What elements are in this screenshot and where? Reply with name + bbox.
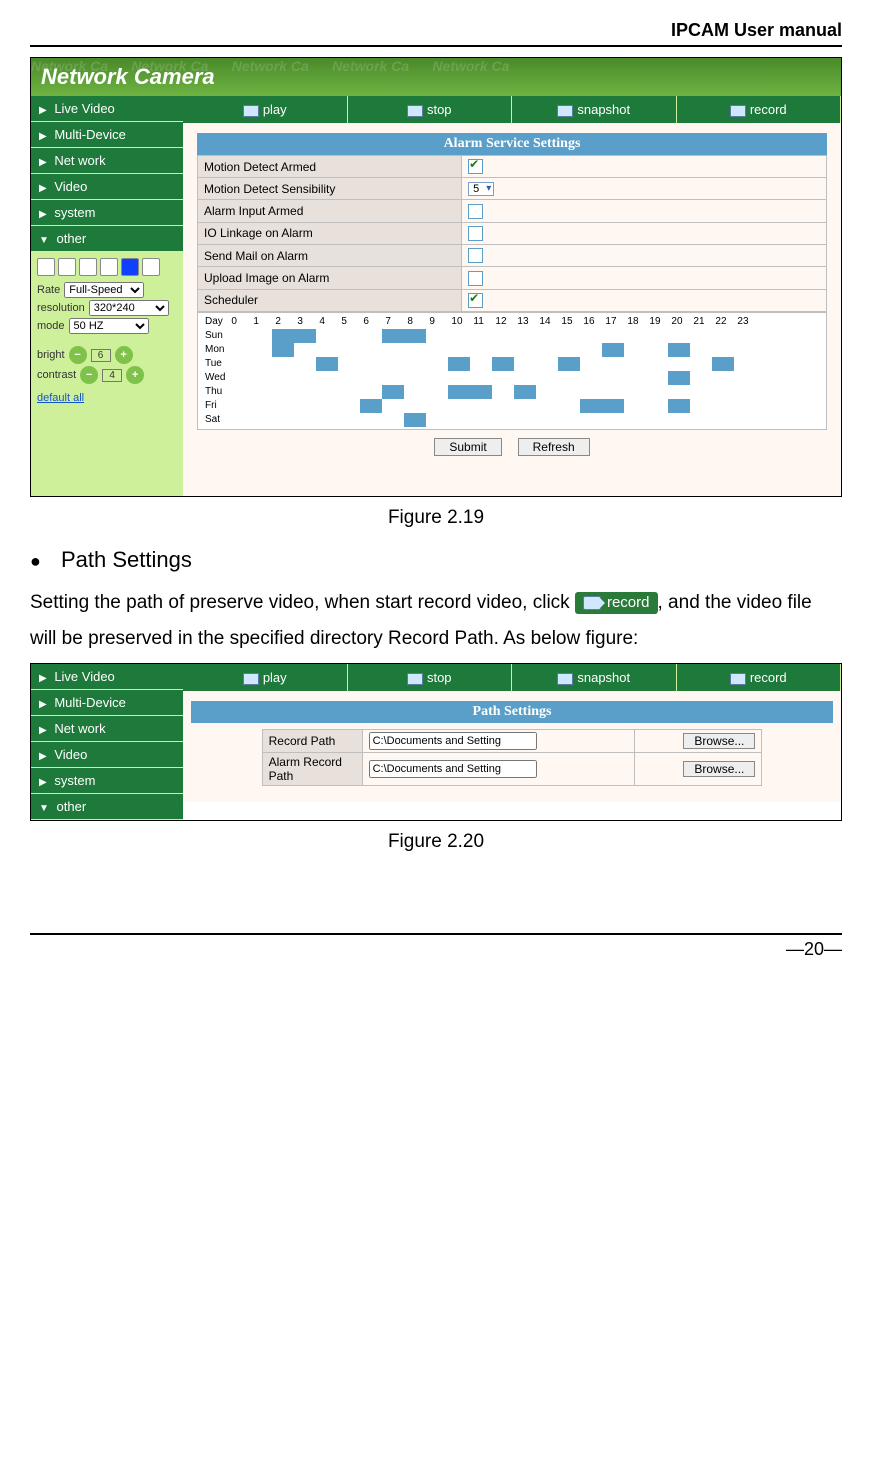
nav-multi-device[interactable]: ▶ Multi-Device	[31, 122, 183, 148]
setting-label: Alarm Input Armed	[198, 200, 462, 222]
setting-label: Motion Detect Sensibility	[198, 178, 462, 200]
main-panel: Alarm Service Settings Motion Detect Arm…	[183, 123, 841, 496]
checkbox[interactable]	[468, 271, 483, 286]
side-controls: Rate Full-Speed resolution 320*240 mode …	[31, 252, 183, 410]
submit-button[interactable]: Submit	[434, 438, 501, 456]
resolution-select[interactable]: 320*240	[89, 300, 169, 316]
setting-label: Motion Detect Armed	[198, 156, 462, 178]
nav-video[interactable]: ▶ Video	[31, 742, 183, 768]
bright-value: 6	[91, 349, 111, 362]
toolbar-stop-button[interactable]: stop	[348, 664, 513, 691]
rate-label: Rate	[37, 284, 60, 296]
browse-button[interactable]: Browse...	[683, 733, 755, 749]
contrast-value: 4	[102, 369, 122, 382]
mode-label: mode	[37, 320, 65, 332]
path-label: Alarm Record Path	[262, 753, 362, 786]
resolution-label: resolution	[37, 302, 85, 314]
record-chip[interactable]: record	[575, 592, 658, 614]
app-banner: Network Camera Network Ca Network Ca Net…	[31, 58, 841, 96]
sensibility-select[interactable]: 5	[468, 182, 494, 196]
nav-system[interactable]: ▶ system	[31, 768, 183, 794]
sidebar: ▶ Live Video▶ Multi-Device▶ Net work▶ Vi…	[31, 96, 183, 496]
path-panel-title: Path Settings	[191, 701, 833, 723]
bright-plus-button[interactable]: +	[115, 346, 133, 364]
toolbar-stop-button[interactable]: stop	[348, 96, 513, 123]
contrast-plus-button[interactable]: +	[126, 366, 144, 384]
nav-system[interactable]: ▶ system	[31, 200, 183, 226]
section-heading: ● Path Settings	[30, 547, 842, 573]
stop-icon	[407, 105, 423, 117]
browse-button[interactable]: Browse...	[683, 761, 755, 777]
toolbar-play-button[interactable]: play	[183, 664, 348, 691]
checkbox[interactable]	[468, 248, 483, 263]
section-title: Path Settings	[61, 547, 192, 572]
snapshot-icon	[557, 105, 573, 117]
snapshot-icon	[557, 673, 573, 685]
nav-live-video[interactable]: ▶ Live Video	[31, 96, 183, 122]
toolbar-snapshot-button[interactable]: snapshot	[512, 664, 677, 691]
toolbar-play-button[interactable]: play	[183, 96, 348, 123]
play-icon	[243, 105, 259, 117]
path-label: Record Path	[262, 730, 362, 753]
checkbox[interactable]	[468, 204, 483, 219]
nav-other[interactable]: ▼ other	[31, 226, 183, 252]
contrast-label: contrast	[37, 369, 76, 381]
nav-net-work[interactable]: ▶ Net work	[31, 148, 183, 174]
camera-icon	[583, 596, 601, 610]
checkbox[interactable]	[468, 293, 483, 308]
toolbar-record-button[interactable]: record	[677, 664, 842, 691]
checkbox[interactable]	[468, 159, 483, 174]
rate-select[interactable]: Full-Speed	[64, 282, 144, 298]
page-number: —20—	[30, 933, 842, 960]
setting-label: Scheduler	[198, 289, 462, 311]
record-icon	[730, 105, 746, 117]
nav-other[interactable]: ▼ other	[31, 794, 183, 820]
contrast-minus-button[interactable]: −	[80, 366, 98, 384]
path-input[interactable]	[369, 732, 537, 750]
figure-caption-2: Figure 2.20	[30, 831, 842, 853]
toolbar-record-button[interactable]: record	[677, 96, 842, 123]
figure-2-19: Network Camera Network Ca Network Ca Net…	[30, 57, 842, 497]
figure-caption-1: Figure 2.19	[30, 507, 842, 529]
default-all-link[interactable]: default all	[37, 392, 177, 404]
mode-select[interactable]: 50 HZ	[69, 318, 149, 334]
panel-title: Alarm Service Settings	[197, 133, 827, 155]
toolbar-snapshot-button[interactable]: snapshot	[512, 96, 677, 123]
path-input[interactable]	[369, 760, 537, 778]
bright-label: bright	[37, 349, 65, 361]
checkbox[interactable]	[468, 226, 483, 241]
nav-multi-device[interactable]: ▶ Multi-Device	[31, 690, 183, 716]
stop-icon	[407, 673, 423, 685]
document-header: IPCAM User manual	[30, 20, 842, 47]
play-icon	[243, 673, 259, 685]
setting-label: Send Mail on Alarm	[198, 244, 462, 266]
bullet-icon: ●	[30, 551, 41, 571]
figure-2-20: ▶ Live Video▶ Multi-Device▶ Net work▶ Vi…	[30, 663, 842, 821]
scheduler-grid[interactable]: Day0123456789101112131415161718192021222…	[197, 312, 827, 430]
setting-label: IO Linkage on Alarm	[198, 222, 462, 244]
ptz-pad[interactable]	[37, 258, 177, 276]
body-paragraph: Setting the path of preserve video, when…	[30, 585, 842, 657]
nav-net-work[interactable]: ▶ Net work	[31, 716, 183, 742]
bright-minus-button[interactable]: −	[69, 346, 87, 364]
nav-video[interactable]: ▶ Video	[31, 174, 183, 200]
setting-label: Upload Image on Alarm	[198, 267, 462, 289]
refresh-button[interactable]: Refresh	[518, 438, 590, 456]
record-icon	[730, 673, 746, 685]
nav-live-video[interactable]: ▶ Live Video	[31, 664, 183, 690]
